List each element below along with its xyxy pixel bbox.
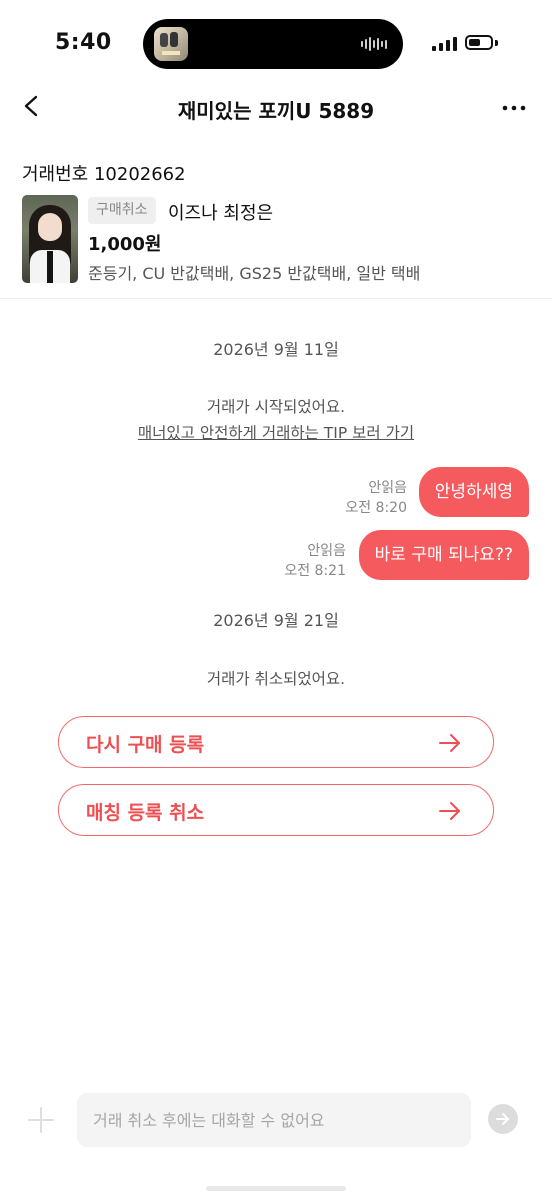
- audio-waveform-icon: [361, 37, 387, 51]
- send-arrow-icon: [496, 1113, 509, 1125]
- page-title: 재미있는 포끼U 5889: [177, 99, 375, 123]
- divider: [0, 298, 552, 299]
- trade-number: 거래번호 10202662: [22, 164, 186, 185]
- status-time: 5:40: [55, 30, 112, 55]
- status-bar: 5:40: [0, 0, 552, 90]
- back-button[interactable]: [16, 90, 52, 126]
- cellular-signal-icon: [432, 37, 457, 51]
- dynamic-island[interactable]: [143, 19, 403, 69]
- attach-button[interactable]: [27, 1106, 55, 1134]
- cancel-matching-label: 매칭 등록 취소: [86, 802, 205, 824]
- relist-purchase-label: 다시 구매 등록: [86, 734, 205, 756]
- date-separator: 2026년 9월 11일: [213, 340, 339, 359]
- battery-icon: [465, 35, 493, 50]
- status-badge: 구매취소: [88, 197, 156, 224]
- shipping-options: 준등기, CU 반값택배, GS25 반값택배, 일반 택배: [88, 264, 421, 283]
- product-price: 1,000원: [88, 234, 162, 255]
- product-name[interactable]: 이즈나 최정은: [168, 199, 273, 225]
- product-image[interactable]: [22, 195, 78, 283]
- message-time: 오전 8:20: [345, 500, 407, 516]
- chat-bubble-sent[interactable]: 안녕하세영: [418, 467, 529, 517]
- more-horizontal-icon: [502, 105, 526, 111]
- home-indicator: [206, 1186, 346, 1191]
- message-input[interactable]: [77, 1093, 471, 1147]
- now-playing-artwork: [154, 27, 188, 61]
- message-meta: 안읽음 오전 8:21: [284, 541, 346, 581]
- arrow-right-icon: [439, 802, 460, 820]
- battery-tip: [495, 40, 498, 46]
- unread-status: 안읽음: [368, 480, 407, 496]
- date-separator: 2026년 9월 21일: [213, 611, 339, 630]
- chat-bubble-sent[interactable]: 바로 구매 되나요??: [358, 530, 529, 580]
- unread-status: 안읽음: [307, 543, 346, 559]
- tip-link-row: 매너있고 안전하게 거래하는 TIP 보러 가기: [0, 421, 552, 443]
- message-meta: 안읽음 오전 8:20: [345, 478, 407, 518]
- plus-icon: [28, 1107, 54, 1133]
- system-message-started: 거래가 시작되었어요.: [206, 398, 346, 416]
- cancel-matching-button[interactable]: 매칭 등록 취소: [58, 784, 494, 836]
- relist-purchase-button[interactable]: 다시 구매 등록: [58, 716, 494, 768]
- more-options-button[interactable]: [496, 90, 532, 126]
- send-button[interactable]: [488, 1104, 518, 1134]
- message-time: 오전 8:21: [284, 563, 346, 579]
- arrow-right-icon: [439, 734, 460, 752]
- system-message-cancelled: 거래가 취소되었어요.: [206, 670, 346, 688]
- safe-trade-tip-link[interactable]: 매너있고 안전하게 거래하는 TIP 보러 가기: [138, 424, 414, 442]
- chevron-left-icon: [24, 95, 38, 117]
